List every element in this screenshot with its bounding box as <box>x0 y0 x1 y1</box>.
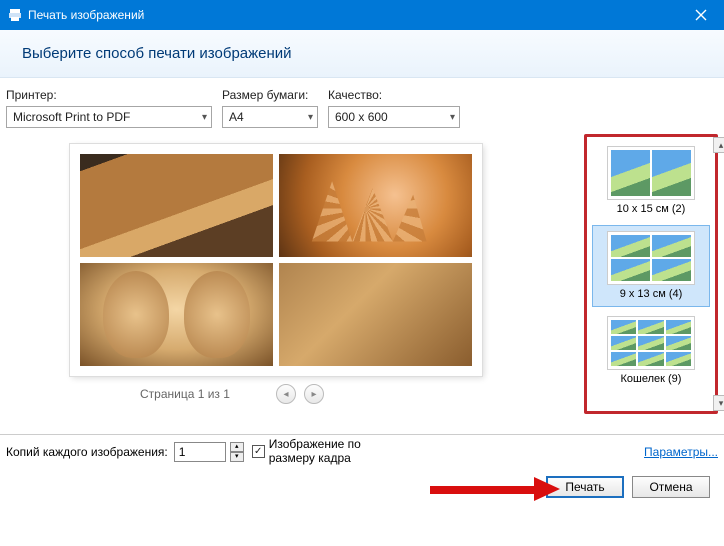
parameters-link[interactable]: Параметры... <box>644 445 718 459</box>
scroll-up-button[interactable]: ▴ <box>713 137 724 153</box>
quality-value: 600 x 600 <box>335 110 388 124</box>
scroll-down-button[interactable]: ▾ <box>713 395 724 411</box>
paper-select[interactable]: A4 ▾ <box>222 106 318 128</box>
layout-option-9x13[interactable]: 9 x 13 см (4) <box>592 225 710 307</box>
close-button[interactable] <box>678 0 724 30</box>
printer-label: Принтер: <box>6 88 212 102</box>
quality-select[interactable]: 600 x 600 ▾ <box>328 106 460 128</box>
preview-image <box>80 154 273 257</box>
copies-label: Копий каждого изображения: <box>6 445 168 459</box>
copies-input[interactable] <box>174 442 226 462</box>
print-preview <box>70 144 482 376</box>
prev-page-button[interactable]: ◂ <box>276 384 296 404</box>
preview-image <box>279 263 472 366</box>
printer-select[interactable]: Microsoft Print to PDF ▾ <box>6 106 212 128</box>
annotation-arrow <box>430 479 560 499</box>
preview-image <box>80 263 273 366</box>
copies-spinner[interactable]: ▴▾ <box>230 442 244 462</box>
header-instruction: Выберите способ печати изображений <box>22 45 292 62</box>
fit-label: Изображение поразмеру кадра <box>269 438 361 464</box>
paper-value: A4 <box>229 110 244 124</box>
layout-label: Кошелек (9) <box>621 373 682 385</box>
layout-label: 9 x 13 см (4) <box>620 288 683 300</box>
chevron-down-icon: ▾ <box>202 112 207 123</box>
layout-label: 10 x 15 см (2) <box>617 203 686 215</box>
printer-icon <box>8 8 22 22</box>
quality-label: Качество: <box>328 88 460 102</box>
cancel-button[interactable]: Отмена <box>632 476 710 498</box>
fit-checkbox[interactable]: ✓ <box>252 445 265 458</box>
preview-image <box>279 154 472 257</box>
layout-option-10x15[interactable]: 10 x 15 см (2) <box>592 141 710 221</box>
page-indicator: Страница 1 из 1 <box>140 387 230 401</box>
next-page-button[interactable]: ▸ <box>304 384 324 404</box>
paper-label: Размер бумаги: <box>222 88 318 102</box>
window-title: Печать изображений <box>28 8 144 22</box>
layout-panel-highlight: ▴ 10 x 15 см (2) 9 x 13 см (4) Кошелек (… <box>584 134 718 414</box>
chevron-down-icon: ▾ <box>308 112 313 123</box>
layout-option-wallet[interactable]: Кошелек (9) <box>592 311 710 391</box>
chevron-down-icon: ▾ <box>450 112 455 123</box>
printer-value: Microsoft Print to PDF <box>13 110 130 124</box>
